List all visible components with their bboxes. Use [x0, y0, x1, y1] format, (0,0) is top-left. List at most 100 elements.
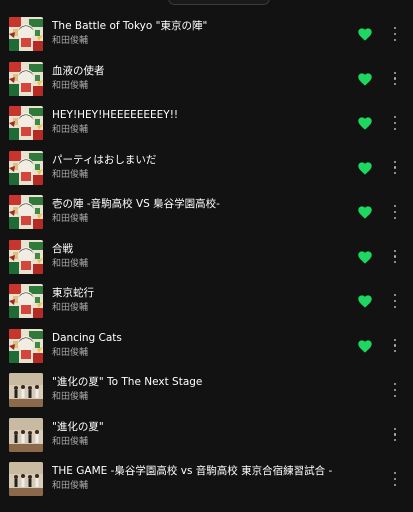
track-artist: 和田俊輔: [52, 347, 89, 358]
dot: [393, 77, 397, 80]
dot: [393, 394, 397, 397]
dot: [393, 166, 397, 169]
track-artist: 和田俊輔: [52, 392, 89, 402]
more-options-icon[interactable]: [392, 427, 398, 442]
track-artist: 和田俊輔: [52, 36, 89, 46]
dot: [393, 27, 397, 30]
dot: [393, 38, 397, 41]
more-options-icon[interactable]: [392, 383, 398, 397]
track-artist: 和田俊輔: [52, 80, 89, 91]
dot: [393, 338, 397, 341]
track-list: The Battle of Tokyo "東京の陣" 和田俊輔 血液の使者 和田…: [0, 10, 413, 500]
track-texts: 血液の使者 和田俊輔: [52, 65, 347, 92]
album-cover: [9, 462, 43, 496]
track-title: 血液の使者: [52, 64, 105, 77]
liked-heart-icon[interactable]: [358, 250, 372, 264]
liked-heart-icon[interactable]: [358, 28, 372, 41]
liked-heart-icon[interactable]: [358, 161, 372, 175]
more-options-icon[interactable]: [392, 160, 398, 175]
more-options-icon[interactable]: [392, 205, 398, 219]
track-artist: 和田俊輔: [52, 481, 89, 491]
album-cover: [9, 195, 43, 229]
track-artist: 和田俊輔: [52, 169, 89, 180]
liked-heart-icon[interactable]: [358, 339, 372, 353]
dot: [393, 216, 397, 219]
track-artist: 和田俊輔: [52, 125, 89, 135]
album-cover: [9, 284, 43, 318]
dot: [393, 305, 397, 308]
track-title: THE GAME -梟谷学園高校 vs 音駒高校 東京合宿練習試合 -: [52, 465, 333, 477]
more-options-icon[interactable]: [392, 338, 398, 353]
track-row[interactable]: パーティはおしまいだ 和田俊輔: [0, 144, 413, 189]
track-texts: 合戦 和田俊輔: [52, 243, 347, 270]
track-texts: HEY!HEY!HEEEEEEEEY!! 和田俊輔: [52, 109, 347, 136]
dot: [393, 439, 397, 442]
track-texts: "進化の夏" To The Next Stage 和田俊輔: [52, 376, 347, 403]
track-title: "進化の夏" To The Next Stage: [52, 376, 203, 388]
track-row[interactable]: 血液の使者 和田俊輔: [0, 55, 413, 100]
liked-heart-icon[interactable]: [358, 206, 372, 219]
dot: [393, 350, 397, 353]
track-texts: The Battle of Tokyo "東京の陣" 和田俊輔: [52, 20, 347, 47]
dot: [393, 427, 397, 430]
album-cover: [9, 106, 43, 140]
dot: [393, 255, 397, 258]
track-artist: 和田俊輔: [52, 436, 89, 447]
track-title: 合戦: [52, 242, 73, 255]
more-options-icon[interactable]: [392, 472, 398, 486]
track-row[interactable]: 壱の陣 -音駒高校 VS 梟谷学園高校- 和田俊輔: [0, 188, 413, 233]
dot: [393, 261, 397, 264]
track-row[interactable]: THE GAME -梟谷学園高校 vs 音駒高校 東京合宿練習試合 - 和田俊輔: [0, 455, 413, 500]
dot: [393, 477, 397, 481]
dot: [393, 383, 397, 386]
track-row[interactable]: The Battle of Tokyo "東京の陣" 和田俊輔: [0, 10, 413, 55]
track-title: Dancing Cats: [52, 331, 122, 344]
track-artist: 和田俊輔: [52, 214, 89, 224]
track-title: 東京蛇行: [52, 287, 94, 299]
track-row[interactable]: Dancing Cats 和田俊輔: [0, 322, 413, 367]
album-cover: [9, 373, 43, 407]
track-title: "進化の夏": [52, 420, 104, 433]
album-cover: [9, 417, 43, 452]
dot: [393, 205, 397, 208]
album-cover: [9, 328, 43, 363]
dot: [393, 294, 397, 297]
top-scroll-pill: [168, 0, 270, 5]
track-row[interactable]: HEY!HEY!HEEEEEEEEY!! 和田俊輔: [0, 99, 413, 144]
more-options-icon[interactable]: [392, 249, 398, 264]
album-cover: [9, 61, 43, 96]
dot: [393, 83, 397, 86]
track-texts: "進化の夏" 和田俊輔: [52, 421, 347, 448]
dot: [393, 32, 397, 36]
liked-heart-icon[interactable]: [358, 295, 372, 308]
more-options-icon[interactable]: [392, 294, 398, 308]
album-cover: [9, 150, 43, 185]
track-title: パーティはおしまいだ: [52, 153, 157, 166]
dot: [393, 483, 397, 486]
dot: [393, 388, 397, 392]
track-row[interactable]: 東京蛇行 和田俊輔: [0, 277, 413, 322]
track-texts: 東京蛇行 和田俊輔: [52, 287, 347, 314]
dot: [393, 344, 397, 347]
more-options-icon[interactable]: [392, 71, 398, 86]
more-options-icon[interactable]: [392, 27, 398, 41]
dot: [393, 160, 397, 163]
album-cover: [9, 17, 43, 51]
dot: [393, 121, 397, 125]
more-options-icon[interactable]: [392, 116, 398, 130]
dot: [393, 127, 397, 130]
track-row[interactable]: 合戦 和田俊輔: [0, 233, 413, 278]
track-texts: 壱の陣 -音駒高校 VS 梟谷学園高校- 和田俊輔: [52, 198, 347, 225]
liked-heart-icon[interactable]: [358, 72, 372, 86]
dot: [393, 116, 397, 119]
track-row[interactable]: "進化の夏" To The Next Stage 和田俊輔: [0, 366, 413, 411]
dot: [393, 210, 397, 214]
track-title: The Battle of Tokyo "東京の陣": [52, 20, 208, 32]
dot: [393, 249, 397, 252]
liked-heart-icon[interactable]: [358, 117, 372, 130]
dot: [393, 433, 397, 436]
track-row[interactable]: "進化の夏" 和田俊輔: [0, 411, 413, 456]
dot: [393, 299, 397, 303]
dot: [393, 472, 397, 475]
album-cover: [9, 239, 43, 274]
